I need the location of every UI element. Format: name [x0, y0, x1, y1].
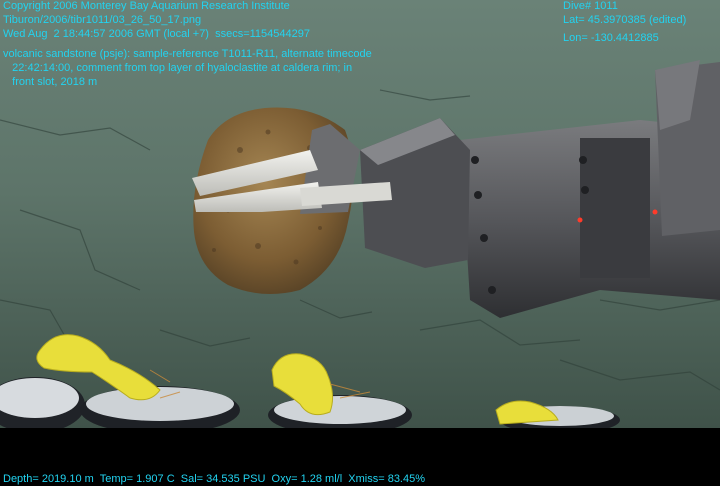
video-frame: Copyright 2006 Monterey Bay Aquarium Res… — [0, 0, 720, 486]
sensor-readout: Depth= 2019.10 m Temp= 1.907 C Sal= 34.5… — [3, 473, 426, 485]
sample-comment: volcanic sandstone (psje): sample-refere… — [3, 48, 372, 88]
copyright-text: Copyright 2006 Monterey Bay Aquarium Res… — [3, 0, 290, 12]
dive-number: Dive# 1011 — [563, 0, 618, 12]
timestamp-text: Wed Aug 2 18:44:57 2006 GMT (local +7) s… — [3, 28, 310, 40]
latitude-text: Lat= 45.3970385 (edited) — [563, 14, 687, 26]
longitude-text: Lon= -130.4412885 — [563, 32, 659, 44]
filename-text: Tiburon/2006/tibr1011/03_26_50_17.png — [3, 14, 202, 26]
